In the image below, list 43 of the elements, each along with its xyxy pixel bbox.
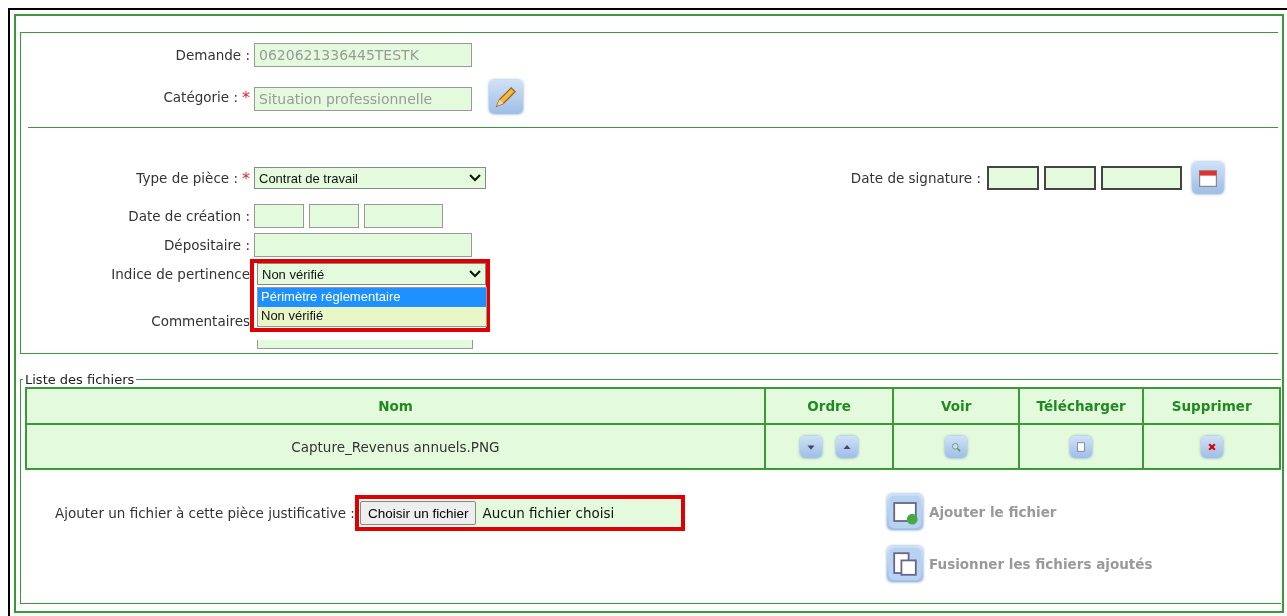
merge-files-icon (887, 546, 923, 582)
field-label: Dépositaire : (162, 237, 251, 253)
field-label: Demande : (174, 47, 251, 63)
pencil-icon[interactable] (489, 80, 523, 114)
field-label: Type de pièce : (136, 170, 239, 186)
depositary-field[interactable] (254, 233, 472, 257)
date-field[interactable] (254, 204, 304, 228)
required-mark: * (242, 168, 250, 188)
category-field: Situation professionnelle (254, 87, 472, 111)
document-icon[interactable] (1070, 435, 1093, 458)
fieldset-legend: Liste des fichiers (23, 372, 137, 387)
file-name-cell: Capture_Revenus annuels.PNG (26, 424, 765, 469)
file-input[interactable]: Choisir un fichier Aucun fichier choisi (359, 500, 680, 526)
column-header: Nom (26, 388, 765, 424)
calendar-icon[interactable] (1192, 162, 1224, 194)
required-mark: * (242, 87, 250, 107)
column-header: Supprimer (1143, 388, 1280, 424)
date-field[interactable] (1101, 166, 1182, 190)
relevance-select[interactable]: Non vérifié (257, 263, 486, 285)
field-label: Catégorie : (163, 89, 239, 105)
date-field[interactable] (987, 166, 1039, 190)
upload-label: Ajouter un fichier à cette pièce justificative : (55, 505, 355, 521)
chevron-down-icon (469, 174, 481, 182)
choose-file-button[interactable]: Choisir un fichier (359, 501, 477, 525)
date-field[interactable] (309, 204, 359, 228)
column-header: Ordre (764, 388, 894, 424)
field-label: Indice de pertinence (110, 266, 251, 282)
document-type-select[interactable]: Contrat de travail (254, 167, 486, 189)
field-label: Date de création : (127, 208, 251, 224)
date-field[interactable] (1044, 166, 1096, 190)
field-label: Commentaires (150, 313, 251, 329)
file-status: Aucun fichier choisi (482, 505, 615, 521)
chevron-down-icon (469, 270, 481, 278)
add-file-icon (887, 494, 923, 530)
dropdown-option[interactable]: Non vérifié (258, 307, 486, 326)
magnifier-icon[interactable] (945, 435, 968, 458)
column-header: Voir (893, 388, 1020, 424)
field-label: Date de signature : (850, 170, 981, 186)
column-header: Télécharger (1019, 388, 1144, 424)
request-field: 0620621336445TESTK (254, 43, 472, 67)
comments-field[interactable] (257, 340, 473, 349)
delete-icon[interactable] (1200, 435, 1223, 458)
date-field[interactable] (364, 204, 443, 228)
